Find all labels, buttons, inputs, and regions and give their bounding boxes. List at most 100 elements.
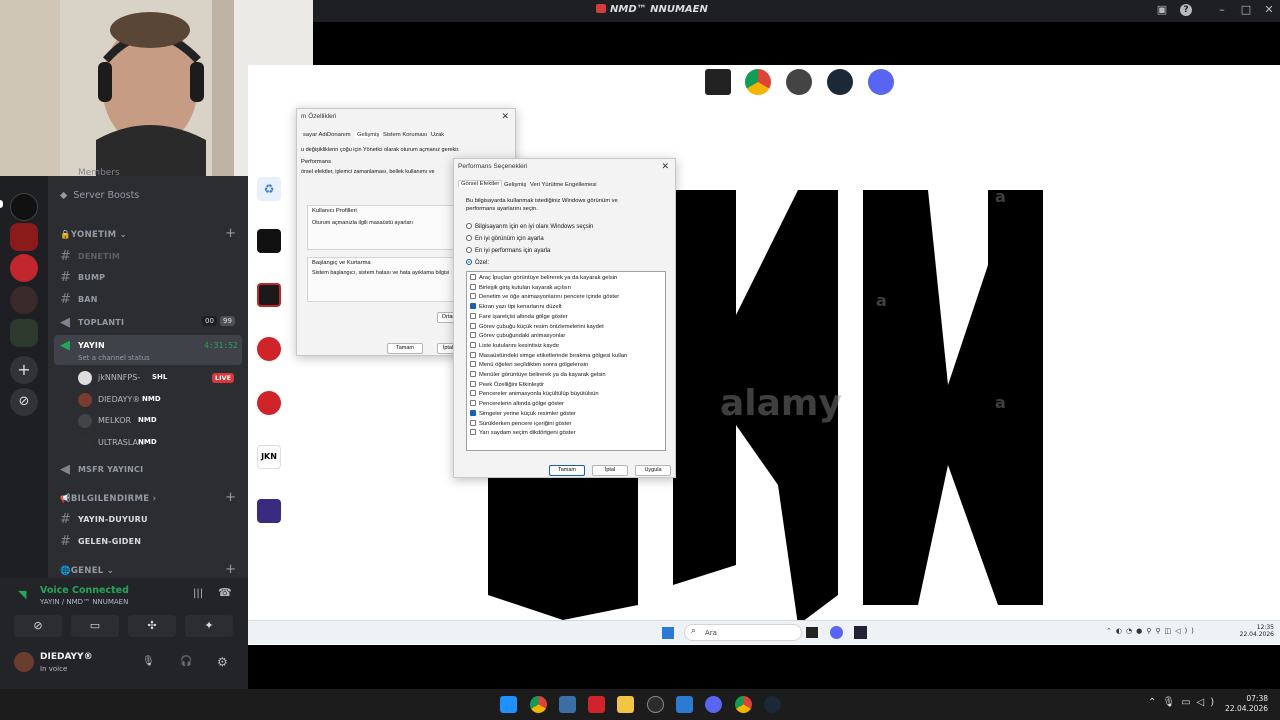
visual-effect-option[interactable]: Simgeler yerine küçük resimler göster bbox=[470, 409, 576, 417]
tab-dep[interactable]: Veri Yürütme Engellemesi bbox=[530, 182, 597, 188]
app-taskbar-icon[interactable] bbox=[854, 626, 867, 639]
grid-app-icon[interactable] bbox=[257, 499, 281, 523]
channel-bump[interactable]: # BUMP bbox=[48, 267, 248, 287]
activities-button[interactable]: ✣ bbox=[128, 615, 176, 637]
close-icon[interactable]: ✕ bbox=[501, 111, 509, 122]
radio-let-windows-choose[interactable]: Bilgisayarım için en iyi olanı Windows s… bbox=[466, 223, 593, 230]
ok-button[interactable]: Tamam bbox=[387, 343, 423, 354]
server-jkn-icon[interactable] bbox=[10, 254, 38, 282]
settings-gear-icon[interactable]: ⚙ bbox=[217, 655, 228, 669]
visual-effect-option[interactable]: Pencereler animasyonla küçültülüp büyütü… bbox=[470, 390, 599, 397]
valorant-icon[interactable] bbox=[257, 283, 281, 307]
system-tray[interactable]: ⌃🎙▭◁) bbox=[1148, 697, 1220, 708]
nvidia-icon[interactable] bbox=[705, 69, 731, 95]
server-nmd-icon[interactable] bbox=[10, 193, 38, 221]
headphones-icon[interactable]: 🎧 bbox=[180, 656, 192, 667]
category-yonetim[interactable]: 🔒YONETIM ⌄ bbox=[60, 230, 127, 240]
channel-ban[interactable]: # BAN bbox=[48, 289, 248, 309]
close-icon[interactable]: ✕ bbox=[1263, 4, 1275, 16]
category-genel[interactable]: 🌐GENEL ⌄ bbox=[60, 566, 114, 576]
tab-computer-name[interactable]: sayar Adı bbox=[303, 132, 327, 138]
voice-user[interactable]: MELKOR NMD bbox=[48, 412, 248, 432]
chrome-2-icon[interactable] bbox=[735, 696, 752, 713]
category-bilgilendirme[interactable]: 📢BILGILENDIRME › bbox=[60, 494, 156, 504]
channel-msfr[interactable]: ◀ MSFR YAYINCI bbox=[48, 459, 248, 479]
screen-share-button[interactable]: ▭ bbox=[71, 615, 119, 637]
visual-effect-option[interactable]: Menü öğeleri seçildikten sonra gölgelens… bbox=[470, 361, 588, 368]
file-explorer-icon[interactable] bbox=[617, 696, 634, 713]
maximize-icon[interactable]: □ bbox=[1240, 4, 1252, 16]
start-icon[interactable] bbox=[662, 627, 674, 639]
microphone-icon[interactable]: 🎙 bbox=[142, 656, 155, 667]
disconnect-icon[interactable]: ☎ bbox=[218, 586, 232, 599]
tab-visual-effects[interactable]: Görsel Efektler bbox=[458, 180, 503, 187]
camera-button[interactable]: ⊘ bbox=[14, 615, 62, 637]
visual-effect-option[interactable]: Sürüklerken pencere içeriğini göster bbox=[470, 419, 571, 427]
discord-taskbar-icon[interactable] bbox=[830, 626, 843, 639]
visual-effect-option[interactable]: Ekran yazı tipi kenarlarını düzelt bbox=[470, 303, 561, 310]
add-channel-button[interactable]: + bbox=[225, 562, 236, 577]
add-channel-button[interactable]: + bbox=[225, 226, 236, 241]
voice-channel-name[interactable]: YAYIN / NMD™ NNUMAEN bbox=[40, 598, 128, 606]
visual-effect-option[interactable]: Peek Özelliğini Etkinleştir bbox=[470, 380, 544, 388]
inbox-icon[interactable]: ▣ bbox=[1156, 4, 1168, 16]
photos-icon[interactable] bbox=[676, 696, 693, 713]
tab-system-protection[interactable]: Sistem Koruması bbox=[383, 132, 427, 138]
channel-denetim[interactable]: # DENETIM bbox=[48, 246, 248, 266]
tab-advanced[interactable]: Gelişmiş bbox=[504, 182, 526, 188]
visual-effect-option[interactable]: Pencerelerin altında gölge göster bbox=[470, 400, 564, 407]
radio-best-performance[interactable]: En iyi performans için ayarla bbox=[466, 247, 550, 254]
obs-icon[interactable] bbox=[647, 696, 664, 713]
server-avatar-icon[interactable] bbox=[10, 286, 38, 314]
audio-app-icon[interactable] bbox=[257, 229, 281, 253]
visual-effect-option[interactable]: Araç İpuçları görüntüye belirerek ya da … bbox=[470, 274, 617, 281]
steam-icon[interactable] bbox=[764, 696, 781, 713]
visual-effect-option[interactable]: Masaüstündeki simge etiketlerinde bırakm… bbox=[470, 351, 627, 359]
channel-yayin[interactable]: ◀ YAYIN 4:31:52 Set a channel status bbox=[54, 335, 242, 365]
pubg-icon[interactable] bbox=[786, 69, 812, 95]
avatar[interactable] bbox=[14, 652, 34, 672]
set-channel-status[interactable]: Set a channel status bbox=[78, 354, 150, 362]
start-icon[interactable] bbox=[500, 696, 517, 713]
recycle-bin-icon[interactable]: ♻ bbox=[257, 177, 281, 201]
visual-effect-option[interactable]: Yarı saydam seçim dikdörtgeni göster bbox=[470, 429, 576, 436]
close-icon[interactable]: ✕ bbox=[661, 161, 669, 172]
voice-user[interactable]: DIEDAYY® NMD bbox=[48, 391, 248, 411]
radio-best-appearance[interactable]: En iyi görünüm için ayarla bbox=[466, 235, 544, 242]
explore-icon[interactable]: ⊘ bbox=[10, 388, 38, 416]
channel-toplanti[interactable]: ◀ TOPLANTI 00 99 bbox=[48, 312, 248, 332]
discord-icon[interactable] bbox=[705, 696, 722, 713]
apply-button[interactable]: Uygula bbox=[635, 465, 671, 476]
tab-remote[interactable]: Uzak bbox=[431, 132, 444, 138]
search-box[interactable]: ⌕ Ara bbox=[684, 624, 802, 641]
server-folder-icon[interactable] bbox=[10, 319, 38, 347]
flash-app-icon[interactable] bbox=[588, 696, 605, 713]
channel-gelen-giden[interactable]: # GELEN-GIDEN bbox=[48, 531, 248, 551]
app-icon[interactable] bbox=[559, 696, 576, 713]
riot-client-2-icon[interactable] bbox=[257, 391, 281, 415]
server-red-icon[interactable] bbox=[10, 223, 38, 251]
riot-client-icon[interactable] bbox=[257, 337, 281, 361]
add-server-icon[interactable]: + bbox=[10, 356, 38, 384]
add-channel-button[interactable]: + bbox=[225, 490, 236, 505]
visual-effect-option[interactable]: Menüler görüntüye belirerek ya da kayara… bbox=[470, 371, 606, 378]
tab-hardware[interactable]: Donanım bbox=[327, 132, 351, 138]
voice-user[interactable]: ULTRASLAN NMD bbox=[48, 434, 248, 454]
chrome-icon[interactable] bbox=[745, 69, 771, 95]
channel-yayin-duyuru[interactable]: # YAYIN-DUYURU bbox=[48, 509, 248, 529]
tab-advanced[interactable]: Gelişmiş bbox=[355, 132, 382, 138]
server-boosts-item[interactable]: ◆ Server Boosts bbox=[60, 190, 139, 201]
radio-custom[interactable]: Özel: bbox=[466, 259, 489, 266]
cancel-button[interactable]: İptal bbox=[592, 465, 628, 476]
ok-button[interactable]: Tamam bbox=[549, 465, 585, 476]
visual-effect-option[interactable]: Birleşik giriş kutuları kayarak açılsın bbox=[470, 283, 571, 291]
members-item[interactable]: Members bbox=[78, 168, 120, 178]
chrome-icon[interactable] bbox=[530, 696, 547, 713]
visual-effect-option[interactable]: Görev çubuğu küçük resim önizlemelerini … bbox=[470, 322, 604, 330]
tray-icons[interactable]: ⌃◐◔●⚲⚲◫◁)) bbox=[1106, 627, 1198, 635]
visual-effect-option[interactable]: Denetim ve öğe animasyonlarını pencere i… bbox=[470, 293, 619, 300]
noise-suppression-icon[interactable]: ||| bbox=[193, 588, 203, 599]
discord-icon[interactable] bbox=[868, 69, 894, 95]
soundboard-button[interactable]: ✦ bbox=[185, 615, 233, 637]
help-icon[interactable]: ? bbox=[1180, 4, 1192, 16]
